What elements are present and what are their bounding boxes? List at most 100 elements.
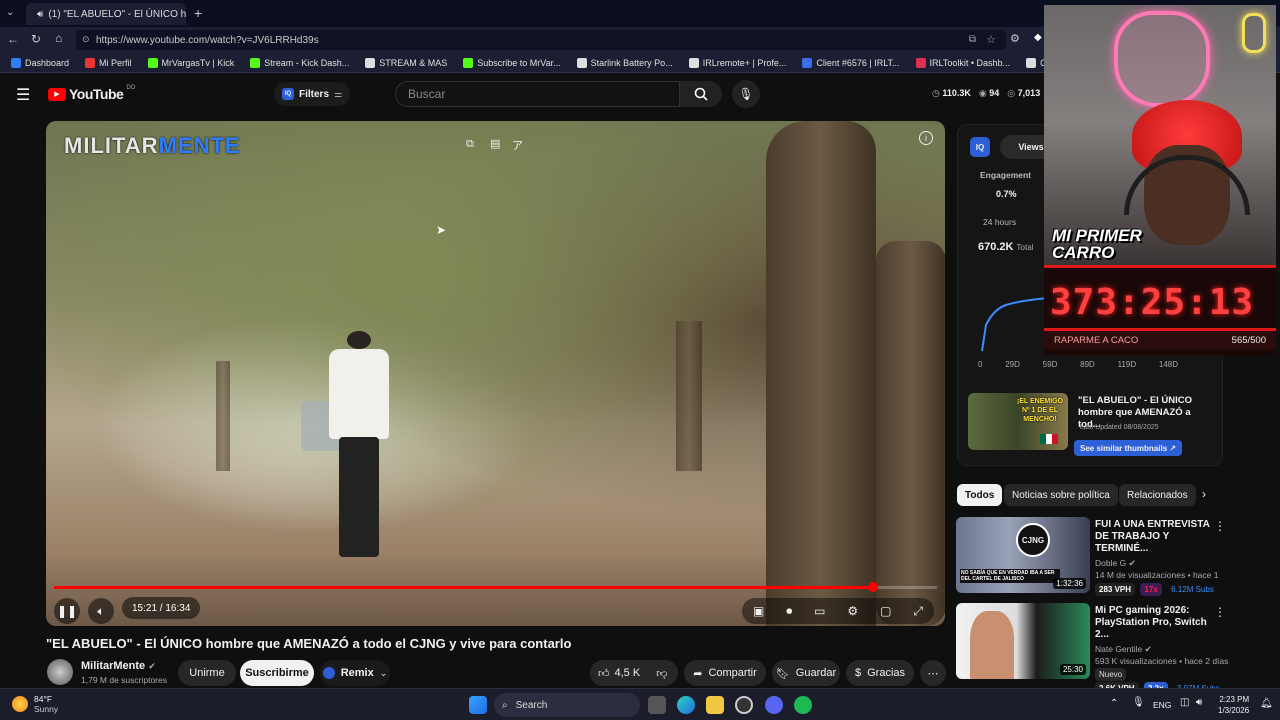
site-info-icon[interactable]: ⊙	[82, 34, 90, 45]
chip-relacionados[interactable]: Relacionados	[1119, 484, 1196, 506]
bookmark-label: IRLToolkit • Dashb...	[929, 57, 1011, 68]
bookmark-item[interactable]: STREAM & MAS	[358, 57, 454, 68]
new-tab-icon[interactable]: +	[194, 5, 202, 21]
join-button[interactable]: Unirme	[178, 660, 236, 686]
rec-title[interactable]: Mi PC gaming 2026: PlayStation Pro, Swit…	[1095, 605, 1215, 641]
fullscreen-icon[interactable]: ⤢	[913, 604, 923, 619]
start-windows-icon[interactable]	[469, 696, 487, 714]
progress-bar[interactable]	[54, 582, 937, 592]
file-explorer-icon[interactable]	[706, 696, 724, 714]
like-button[interactable]: 👍︎ 4,5 K	[598, 667, 640, 680]
tray-chevron-icon[interactable]: ⌃	[1110, 698, 1118, 709]
time-display: 15:21 / 16:34	[122, 597, 201, 619]
rec-more-icon[interactable]: ⋮	[1214, 519, 1226, 533]
rec-title[interactable]: FUI A UNA ENTREVISTA DE TRABAJO Y TERMIN…	[1095, 519, 1215, 555]
bookmark-item[interactable]: IRLremote+ | Profe...	[682, 57, 794, 68]
more-actions-button[interactable]: ⋯	[920, 660, 946, 686]
microphone-tray-icon[interactable]: 🎙︎	[1132, 697, 1145, 708]
pip-icon[interactable]: ⧉	[466, 138, 474, 151]
x-tick-label: 0	[978, 360, 983, 369]
volume-button[interactable]: 🔈︎	[88, 598, 114, 624]
notes-icon[interactable]: ▤	[490, 137, 500, 150]
bookmark-item[interactable]: Client #6576 | IRLT...	[795, 57, 906, 68]
share-button[interactable]: ➦ Compartir	[684, 660, 766, 686]
extension-diamond-icon[interactable]: ◆	[1034, 32, 1042, 43]
obs-icon[interactable]	[735, 696, 753, 714]
address-bar[interactable]: ⊙ https://www.youtube.com/watch?v=JV6LRR…	[76, 30, 1006, 50]
browser-tab[interactable]: 🔊︎ (1) "EL ABUELO" - El ÚNICO h ✕	[26, 3, 186, 25]
favorite-star-icon[interactable]: ☆	[986, 33, 996, 46]
speaker-icon[interactable]: 🔊︎	[1196, 697, 1202, 708]
bookmark-item[interactable]: Subscribe to MrVar...	[456, 57, 567, 68]
clock[interactable]: 2:23 PM 1/3/2026	[1218, 694, 1249, 716]
search-button[interactable]	[680, 81, 722, 107]
rec-thumbnail[interactable]: CJNG NO SABÍA QUE EN VERDAD IBA A SER DE…	[956, 517, 1090, 593]
recommendation-item[interactable]: 25:30 Mi PC gaming 2026: PlayStation Pro…	[956, 603, 1228, 695]
save-button[interactable]: 🔖︎ Guardar	[772, 660, 840, 686]
settings-gear-icon[interactable]: ⚙	[847, 604, 858, 618]
taskbar-search[interactable]: ⌕ Search	[494, 693, 640, 717]
edge-browser-icon[interactable]	[677, 696, 695, 714]
bookmark-item[interactable]: Mi Perfil	[78, 57, 139, 68]
translate-icon[interactable]: ア	[512, 137, 523, 153]
youtube-logo[interactable]: ▶ YouTube DO	[48, 85, 135, 102]
info-icon[interactable]: i	[919, 131, 933, 145]
captions-icon[interactable]: ▭	[814, 604, 825, 618]
bookmark-item[interactable]: Stream - Kick Dash...	[243, 57, 356, 68]
channel-name[interactable]: MilitarMente ✔	[81, 660, 156, 672]
bookmark-item[interactable]: Starlink Battery Po...	[570, 57, 680, 68]
video-player[interactable]: MILITARMENTE ⧉ ▤ ア i ➤ ❚❚ 🔈︎ 15:21 / 16:…	[46, 121, 945, 626]
weather-widget[interactable]: 84°F Sunny	[12, 694, 58, 714]
audio-playing-icon[interactable]: 🔊︎	[37, 9, 43, 20]
bookmark-favicon-icon	[463, 57, 474, 68]
filters-button[interactable]: IQ Filters ⚌	[274, 82, 351, 106]
card-thumbnail[interactable]: ¡EL ENEMIGO Nº 1 DE EL MENCHO!	[968, 393, 1068, 450]
join-label: Unirme	[189, 667, 225, 679]
chip-noticias[interactable]: Noticias sobre política	[1004, 484, 1118, 506]
dislike-button[interactable]: 👎︎	[656, 667, 667, 680]
subscriber-count: 1,79 M de suscriptores	[81, 675, 167, 685]
chips-next-icon[interactable]: ›	[1202, 487, 1206, 501]
extensions-icon[interactable]: ⚙	[1010, 32, 1020, 45]
remix-button[interactable]: Remix ⌄	[320, 660, 390, 686]
chip-todos[interactable]: Todos	[957, 484, 1003, 506]
pause-button[interactable]: ❚❚	[54, 598, 80, 624]
network-icon[interactable]: ◫	[1180, 697, 1189, 708]
menu-icon[interactable]: ☰	[16, 85, 30, 105]
iq-player-icon[interactable]: ▣	[753, 604, 764, 618]
recommendation-item[interactable]: CJNG NO SABÍA QUE EN VERDAD IBA A SER DE…	[956, 517, 1226, 596]
task-view-icon[interactable]	[648, 696, 666, 714]
mouse-cursor-icon: ➤	[436, 223, 447, 237]
channel-watermark: MILITARMENTE	[64, 133, 241, 159]
back-icon[interactable]: ←	[7, 32, 19, 46]
rec-channel[interactable]: Doble G ✔	[1095, 558, 1215, 569]
channel-avatar[interactable]	[47, 659, 73, 685]
iq-logo-icon: IQ	[282, 88, 294, 100]
reload-icon[interactable]: ↻	[31, 32, 41, 46]
rec-more-icon[interactable]: ⋮	[1214, 605, 1226, 619]
progress-knob[interactable]	[867, 582, 878, 592]
open-in-app-icon[interactable]: ⧉	[969, 34, 976, 45]
watermark-part-1: MILITAR	[64, 133, 159, 158]
discord-icon[interactable]	[765, 696, 783, 714]
bookmark-item[interactable]: IRLToolkit • Dashb...	[909, 57, 1018, 68]
rec-channel[interactable]: Nate Gentile ✔	[1095, 644, 1215, 655]
bookmark-label: IRLremote+ | Profe...	[702, 57, 787, 68]
tab-list-chevron-icon[interactable]: ⌄	[6, 7, 14, 18]
voice-search-button[interactable]: 🎙︎	[732, 80, 760, 108]
bookmark-item[interactable]: MrVargasTv | Kick	[141, 57, 242, 68]
theater-mode-icon[interactable]: ▢	[880, 604, 891, 618]
home-icon[interactable]: ⌂	[55, 31, 62, 45]
thanks-button[interactable]: $ Gracias	[846, 660, 914, 686]
bookmark-item[interactable]: Dashboard	[4, 57, 76, 68]
subscribe-button[interactable]: Suscribirme	[240, 660, 314, 686]
search-input[interactable]: Buscar	[395, 81, 680, 107]
bookmark-label: Dashboard	[25, 57, 70, 68]
rec-thumbnail[interactable]: 25:30	[956, 603, 1090, 679]
notifications-icon[interactable]: 🔔︎	[1260, 698, 1273, 709]
autoplay-icon[interactable]: ⏺	[786, 604, 792, 619]
engagement-value: 0.7%	[996, 189, 1017, 199]
language-indicator[interactable]: ENG	[1153, 700, 1171, 710]
spotify-icon[interactable]	[794, 696, 812, 714]
similar-thumbnails-button[interactable]: See similar thumbnails ↗	[1074, 440, 1183, 456]
